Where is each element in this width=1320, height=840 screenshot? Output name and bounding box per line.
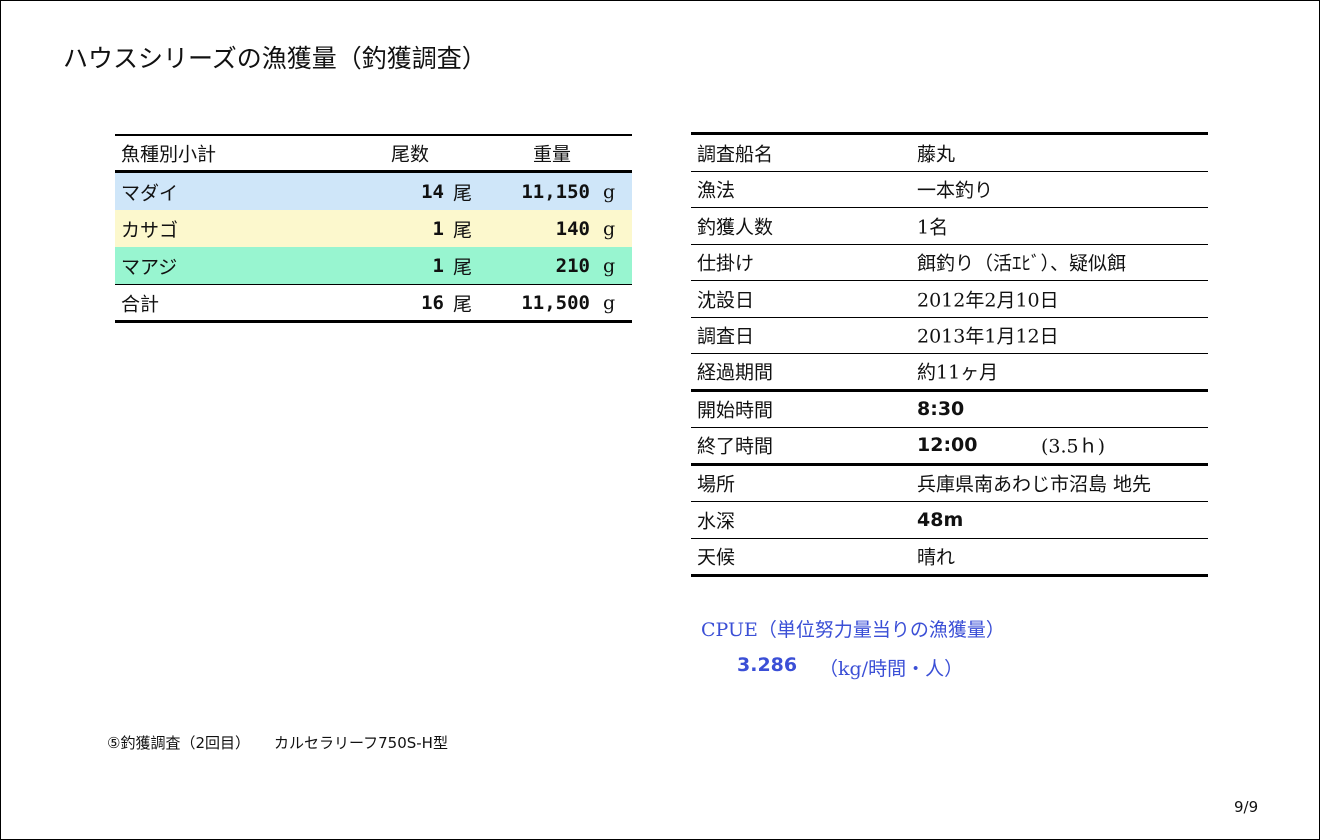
header-weight: 重量 (533, 143, 572, 166)
catch-table-header: 魚種別小計 尾数 重量 (115, 136, 632, 173)
info-row-method: 漁法 一本釣り (691, 172, 1208, 208)
weight-unit: g (603, 254, 616, 277)
total-label: 合計 (121, 293, 160, 315)
cpue-value: 3.286 (737, 654, 798, 676)
species-name: マアジ (121, 256, 178, 278)
catch-row-total: 合計 16 尾 11,500 g (115, 284, 632, 320)
info-value: 12:00 (917, 434, 978, 457)
catch-row-maaji: マアジ 1 尾 210 g (115, 247, 632, 284)
info-label: 仕掛け (697, 252, 755, 275)
weight-unit: g (603, 180, 616, 203)
count-unit: 尾 (453, 293, 473, 315)
info-value: 2013年1月12日 (917, 325, 1059, 348)
info-label: 漁法 (697, 179, 736, 202)
fish-count: 1 (432, 217, 444, 240)
fish-weight: 140 (555, 217, 590, 240)
info-label: 開始時間 (697, 399, 774, 422)
page-title: ハウスシリーズの漁獲量（釣獲調査） (63, 44, 487, 73)
fish-weight: 11,150 (521, 180, 590, 203)
info-row-depth: 水深 48m (691, 502, 1208, 539)
info-label: 経過期間 (697, 361, 774, 384)
info-row-end-time: 終了時間 12:00 (3.5ｈ) (691, 428, 1208, 466)
weight-unit: g (603, 291, 616, 314)
info-value: 一本釣り (917, 179, 994, 202)
cpue-unit: （kg/時間・人） (819, 658, 964, 680)
fish-count: 14 (421, 180, 444, 203)
survey-info-table: 調査船名 藤丸 漁法 一本釣り 釣獲人数 1名 仕掛け 餌釣り（活ｴﾋﾞ）、疑似… (691, 132, 1208, 577)
species-name: カサゴ (121, 219, 179, 241)
info-value: 餌釣り（活ｴﾋﾞ）、疑似餌 (917, 252, 1127, 275)
header-species: 魚種別小計 (121, 143, 217, 166)
slide-caption: ⑤釣獲調査（2回目） カルセラリーフ750S-H型 (107, 732, 448, 753)
info-label: 天候 (697, 546, 736, 569)
header-count: 尾数 (390, 143, 429, 166)
species-name: マダイ (121, 182, 179, 204)
total-count: 16 (421, 291, 444, 314)
info-value: 48m (917, 508, 964, 531)
info-row-elapsed: 経過期間 約11ヶ月 (691, 354, 1208, 392)
info-label: 沈設日 (697, 289, 755, 312)
count-unit: 尾 (453, 182, 473, 204)
info-row-anglers: 釣獲人数 1名 (691, 208, 1208, 245)
count-unit: 尾 (453, 219, 473, 241)
info-value: 藤丸 (917, 143, 956, 166)
info-value: 約11ヶ月 (917, 361, 999, 384)
fish-weight: 210 (555, 254, 590, 277)
catch-table: 魚種別小計 尾数 重量 マダイ 14 尾 11,150 g カサゴ 1 尾 14… (115, 134, 632, 323)
info-row-deploy-date: 沈設日 2012年2月10日 (691, 281, 1208, 318)
info-row-weather: 天候 晴れ (691, 539, 1208, 575)
info-value: 2012年2月10日 (917, 289, 1059, 312)
info-label: 調査日 (697, 325, 755, 348)
info-label: 釣獲人数 (697, 216, 774, 239)
duration-note: (3.5ｈ) (1041, 435, 1106, 458)
info-value: 兵庫県南あわじ市沼島 地先 (917, 473, 1152, 496)
info-row-location: 場所 兵庫県南あわじ市沼島 地先 (691, 466, 1208, 502)
fish-count: 1 (432, 254, 444, 277)
info-label: 水深 (697, 510, 736, 533)
catch-row-madai: マダイ 14 尾 11,150 g (115, 173, 632, 210)
catch-row-kasago: カサゴ 1 尾 140 g (115, 210, 632, 247)
caption-model: カルセラリーフ750S-H型 (274, 734, 448, 752)
total-weight: 11,500 (521, 291, 590, 314)
info-value: 晴れ (917, 546, 956, 569)
info-label: 調査船名 (697, 143, 774, 166)
cpue-label: CPUE（単位努力量当りの漁獲量） (701, 619, 1005, 641)
info-label: 終了時間 (697, 435, 774, 458)
page-number: 9/9 (1234, 798, 1259, 816)
weight-unit: g (603, 217, 616, 240)
info-label: 場所 (697, 473, 736, 496)
info-row-start-time: 開始時間 8:30 (691, 392, 1208, 428)
info-row-survey-date: 調査日 2013年1月12日 (691, 318, 1208, 354)
slide-frame: ハウスシリーズの漁獲量（釣獲調査） 魚種別小計 尾数 重量 マダイ 14 尾 1… (0, 0, 1320, 840)
count-unit: 尾 (453, 256, 473, 278)
caption-survey: ⑤釣獲調査（2回目） (107, 734, 250, 752)
info-row-vessel: 調査船名 藤丸 (691, 135, 1208, 172)
info-value: 1名 (917, 216, 949, 239)
info-value: 8:30 (917, 398, 965, 421)
info-row-rig: 仕掛け 餌釣り（活ｴﾋﾞ）、疑似餌 (691, 245, 1208, 281)
